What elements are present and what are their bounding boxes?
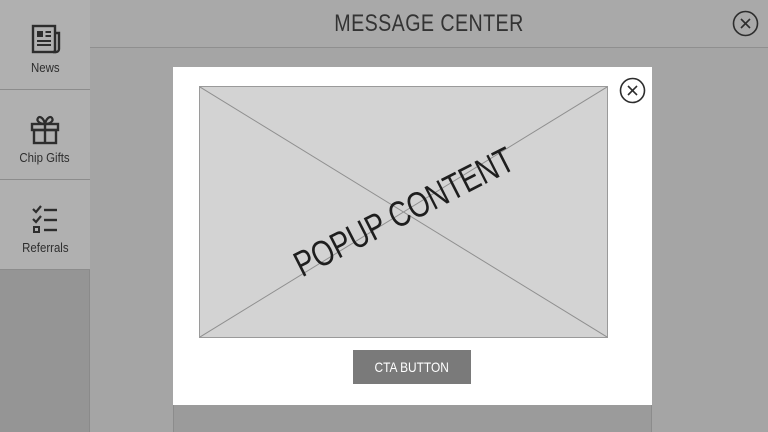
close-icon[interactable] [732, 10, 759, 37]
sidebar-item-news[interactable]: News [0, 0, 90, 90]
checklist-icon [32, 205, 57, 233]
header: MESSAGE CENTER [90, 0, 768, 48]
popup-dialog: POPUP CONTENT CTA BUTTON [173, 67, 652, 405]
gift-icon [30, 115, 60, 145]
sidebar: News Chip Gifts Referrals [0, 0, 90, 432]
sidebar-item-label: Chip Gifts [19, 150, 71, 165]
sidebar-item-chip-gifts[interactable]: Chip Gifts [0, 90, 90, 180]
newspaper-icon [31, 24, 61, 54]
sidebar-item-label: News [30, 60, 60, 75]
popup-content-placeholder: POPUP CONTENT [199, 86, 608, 338]
cta-button[interactable]: CTA BUTTON [353, 350, 471, 384]
background-panel [173, 404, 652, 432]
close-icon[interactable] [619, 77, 646, 104]
cta-button-label: CTA BUTTON [374, 359, 450, 375]
sidebar-item-referrals[interactable]: Referrals [0, 180, 90, 270]
sidebar-item-label: Referrals [21, 240, 69, 255]
page-title: MESSAGE CENTER [334, 10, 524, 37]
